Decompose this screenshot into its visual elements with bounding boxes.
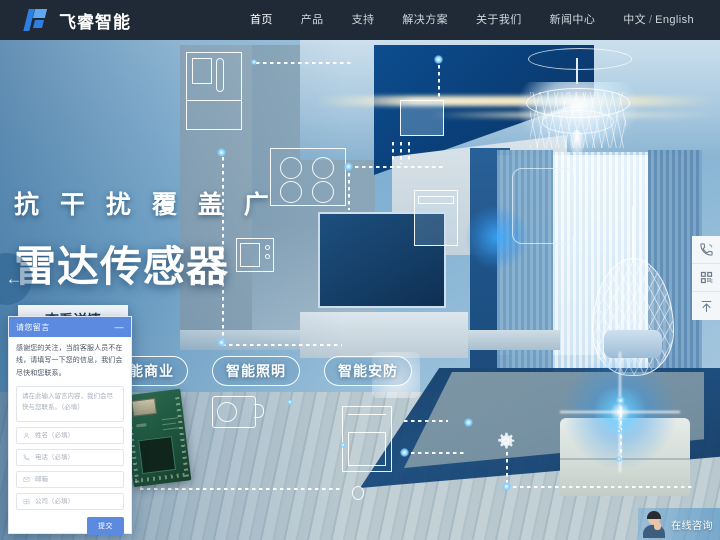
company-icon (17, 498, 35, 505)
email-field-wrap (16, 470, 124, 488)
side-dock (692, 236, 720, 320)
site-header: 飞睿智能 首页 产品 支持 解决方案 关于我们 新闻中心 中文 / English (0, 0, 720, 40)
range-hood-icon (400, 100, 444, 136)
phone-icon[interactable] (692, 236, 720, 264)
company-field-wrap (16, 492, 124, 510)
phone-icon (17, 454, 35, 461)
phone-input[interactable] (35, 453, 123, 461)
language-english[interactable]: English (655, 14, 694, 26)
mail-icon (17, 476, 35, 483)
sensor-outline-icon (352, 486, 364, 500)
logo-text: 飞睿智能 (59, 12, 131, 32)
tag-smart-lighting[interactable]: 智能照明 (212, 356, 300, 386)
nav-item-products[interactable]: 产品 (287, 0, 338, 40)
leave-message-header: 请您留言 — (9, 317, 131, 337)
hero-subtitle: 抗 干 扰 覆 盖 广 (14, 191, 276, 219)
nav-item-about-us[interactable]: 关于我们 (462, 0, 536, 40)
submit-button[interactable]: 提交 (87, 516, 124, 535)
leave-message-body: 感谢您的关注，当前客服人员不在线，请填写一下您的信息，我们会尽快和您联系。 请在… (9, 337, 131, 540)
hero-title: 雷达传感器 (14, 243, 230, 290)
frame-overlay (512, 168, 574, 244)
name-field-wrap (16, 426, 124, 444)
hero-copy: 抗 干 扰 覆 盖 广 雷达传感器 (14, 185, 276, 294)
phone-field-wrap (16, 448, 124, 466)
nav-item-news-center[interactable]: 新闻中心 (536, 0, 610, 40)
back-to-top-icon[interactable] (692, 292, 720, 320)
page-root: 飞睿智能 首页 产品 支持 解决方案 关于我们 新闻中心 中文 / English … (0, 0, 720, 540)
nav-item-support[interactable]: 支持 (338, 0, 389, 40)
leave-message-footer: 提交 (16, 516, 124, 535)
leave-message-title: 请您留言 (16, 322, 50, 332)
category-tag-list: 智能商业 智能照明 智能安防 (100, 356, 412, 386)
nav-item-home[interactable]: 首页 (236, 0, 287, 40)
leave-message-panel: 请您留言 — 感谢您的关注，当前客服人员不在线，请填写一下您的信息，我们会尽快和… (8, 316, 132, 535)
logo-mark-icon (23, 9, 52, 31)
leave-message-notice: 感谢您的关注，当前客服人员不在线，请填写一下您的信息，我们会尽快和您联系。 (16, 345, 123, 377)
gear-icon (495, 430, 517, 452)
company-input[interactable] (35, 497, 123, 505)
online-consult-badge[interactable]: 在线咨询 (638, 508, 720, 540)
language-chinese[interactable]: 中文 (623, 14, 646, 26)
message-textarea[interactable] (16, 385, 124, 422)
user-icon (17, 432, 35, 439)
online-consult-label: 在线咨询 (671, 520, 713, 532)
nav-item-solutions[interactable]: 解决方案 (388, 0, 462, 40)
name-input[interactable] (35, 431, 123, 439)
email-input[interactable] (35, 475, 123, 483)
minimize-icon[interactable]: — (114, 322, 124, 332)
avatar (641, 510, 667, 538)
language-switcher: 中文 / English (609, 0, 704, 40)
language-separator: / (649, 14, 653, 26)
logo[interactable]: 飞睿智能 (23, 8, 131, 33)
qrcode-icon[interactable] (692, 264, 720, 292)
main-navigation: 首页 产品 支持 解决方案 关于我们 新闻中心 中文 / English (236, 0, 704, 40)
tag-smart-security[interactable]: 智能安防 (324, 356, 412, 386)
radar-sensor-module-image (122, 388, 192, 488)
